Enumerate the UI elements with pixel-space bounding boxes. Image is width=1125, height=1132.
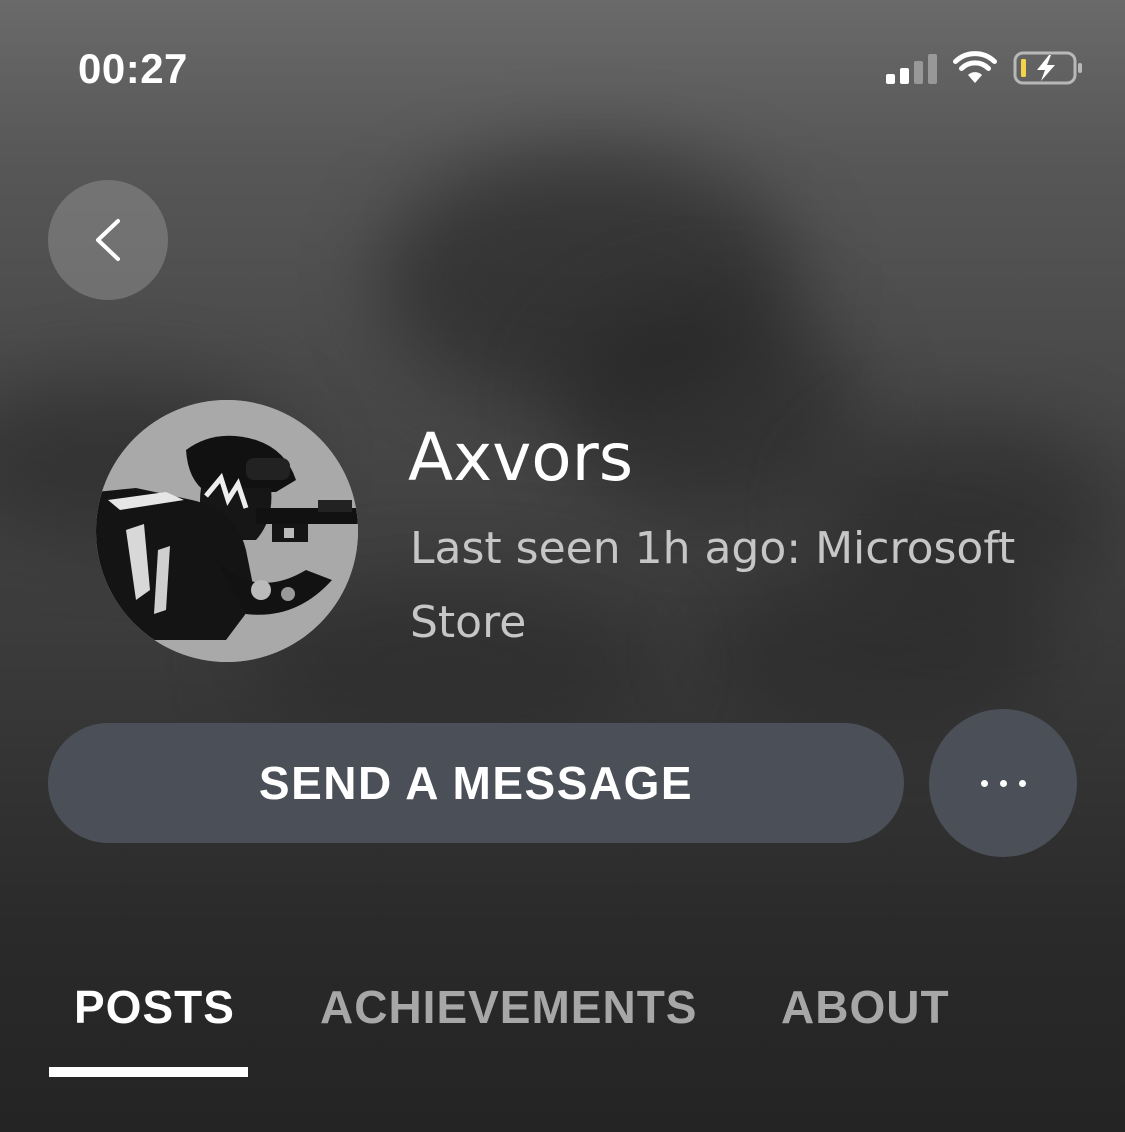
tab-achievements[interactable]: ACHIEVEMENTS (320, 975, 697, 1039)
wifi-icon (953, 51, 997, 83)
selected-tab-indicator (49, 1067, 248, 1077)
battery-charging-icon (1013, 51, 1082, 85)
more-options-icon (980, 779, 988, 787)
last-seen-status: Last seen 1h ago: Microsoft Store (410, 523, 1016, 648)
send-message-button[interactable]: SEND A MESSAGE (48, 723, 904, 843)
status-time: 00:27 (78, 45, 188, 92)
tab-posts[interactable]: POSTS (74, 975, 235, 1039)
avatar[interactable] (96, 400, 358, 662)
more-options-icon-dot (1018, 779, 1026, 787)
more-options-icon-dot (999, 779, 1007, 787)
status-icons (886, 48, 1085, 88)
profile-tabs: POSTS ACHIEVEMENTS ABOUT (0, 975, 1125, 1085)
more-options-button[interactable] (929, 709, 1077, 857)
tab-about[interactable]: ABOUT (781, 975, 950, 1039)
soldier-avatar-image (96, 400, 358, 662)
gamertag: Axvors (408, 419, 634, 496)
chevron-left-icon (96, 219, 120, 261)
back-button[interactable] (48, 180, 168, 300)
cellular-signal-icon (886, 52, 937, 84)
